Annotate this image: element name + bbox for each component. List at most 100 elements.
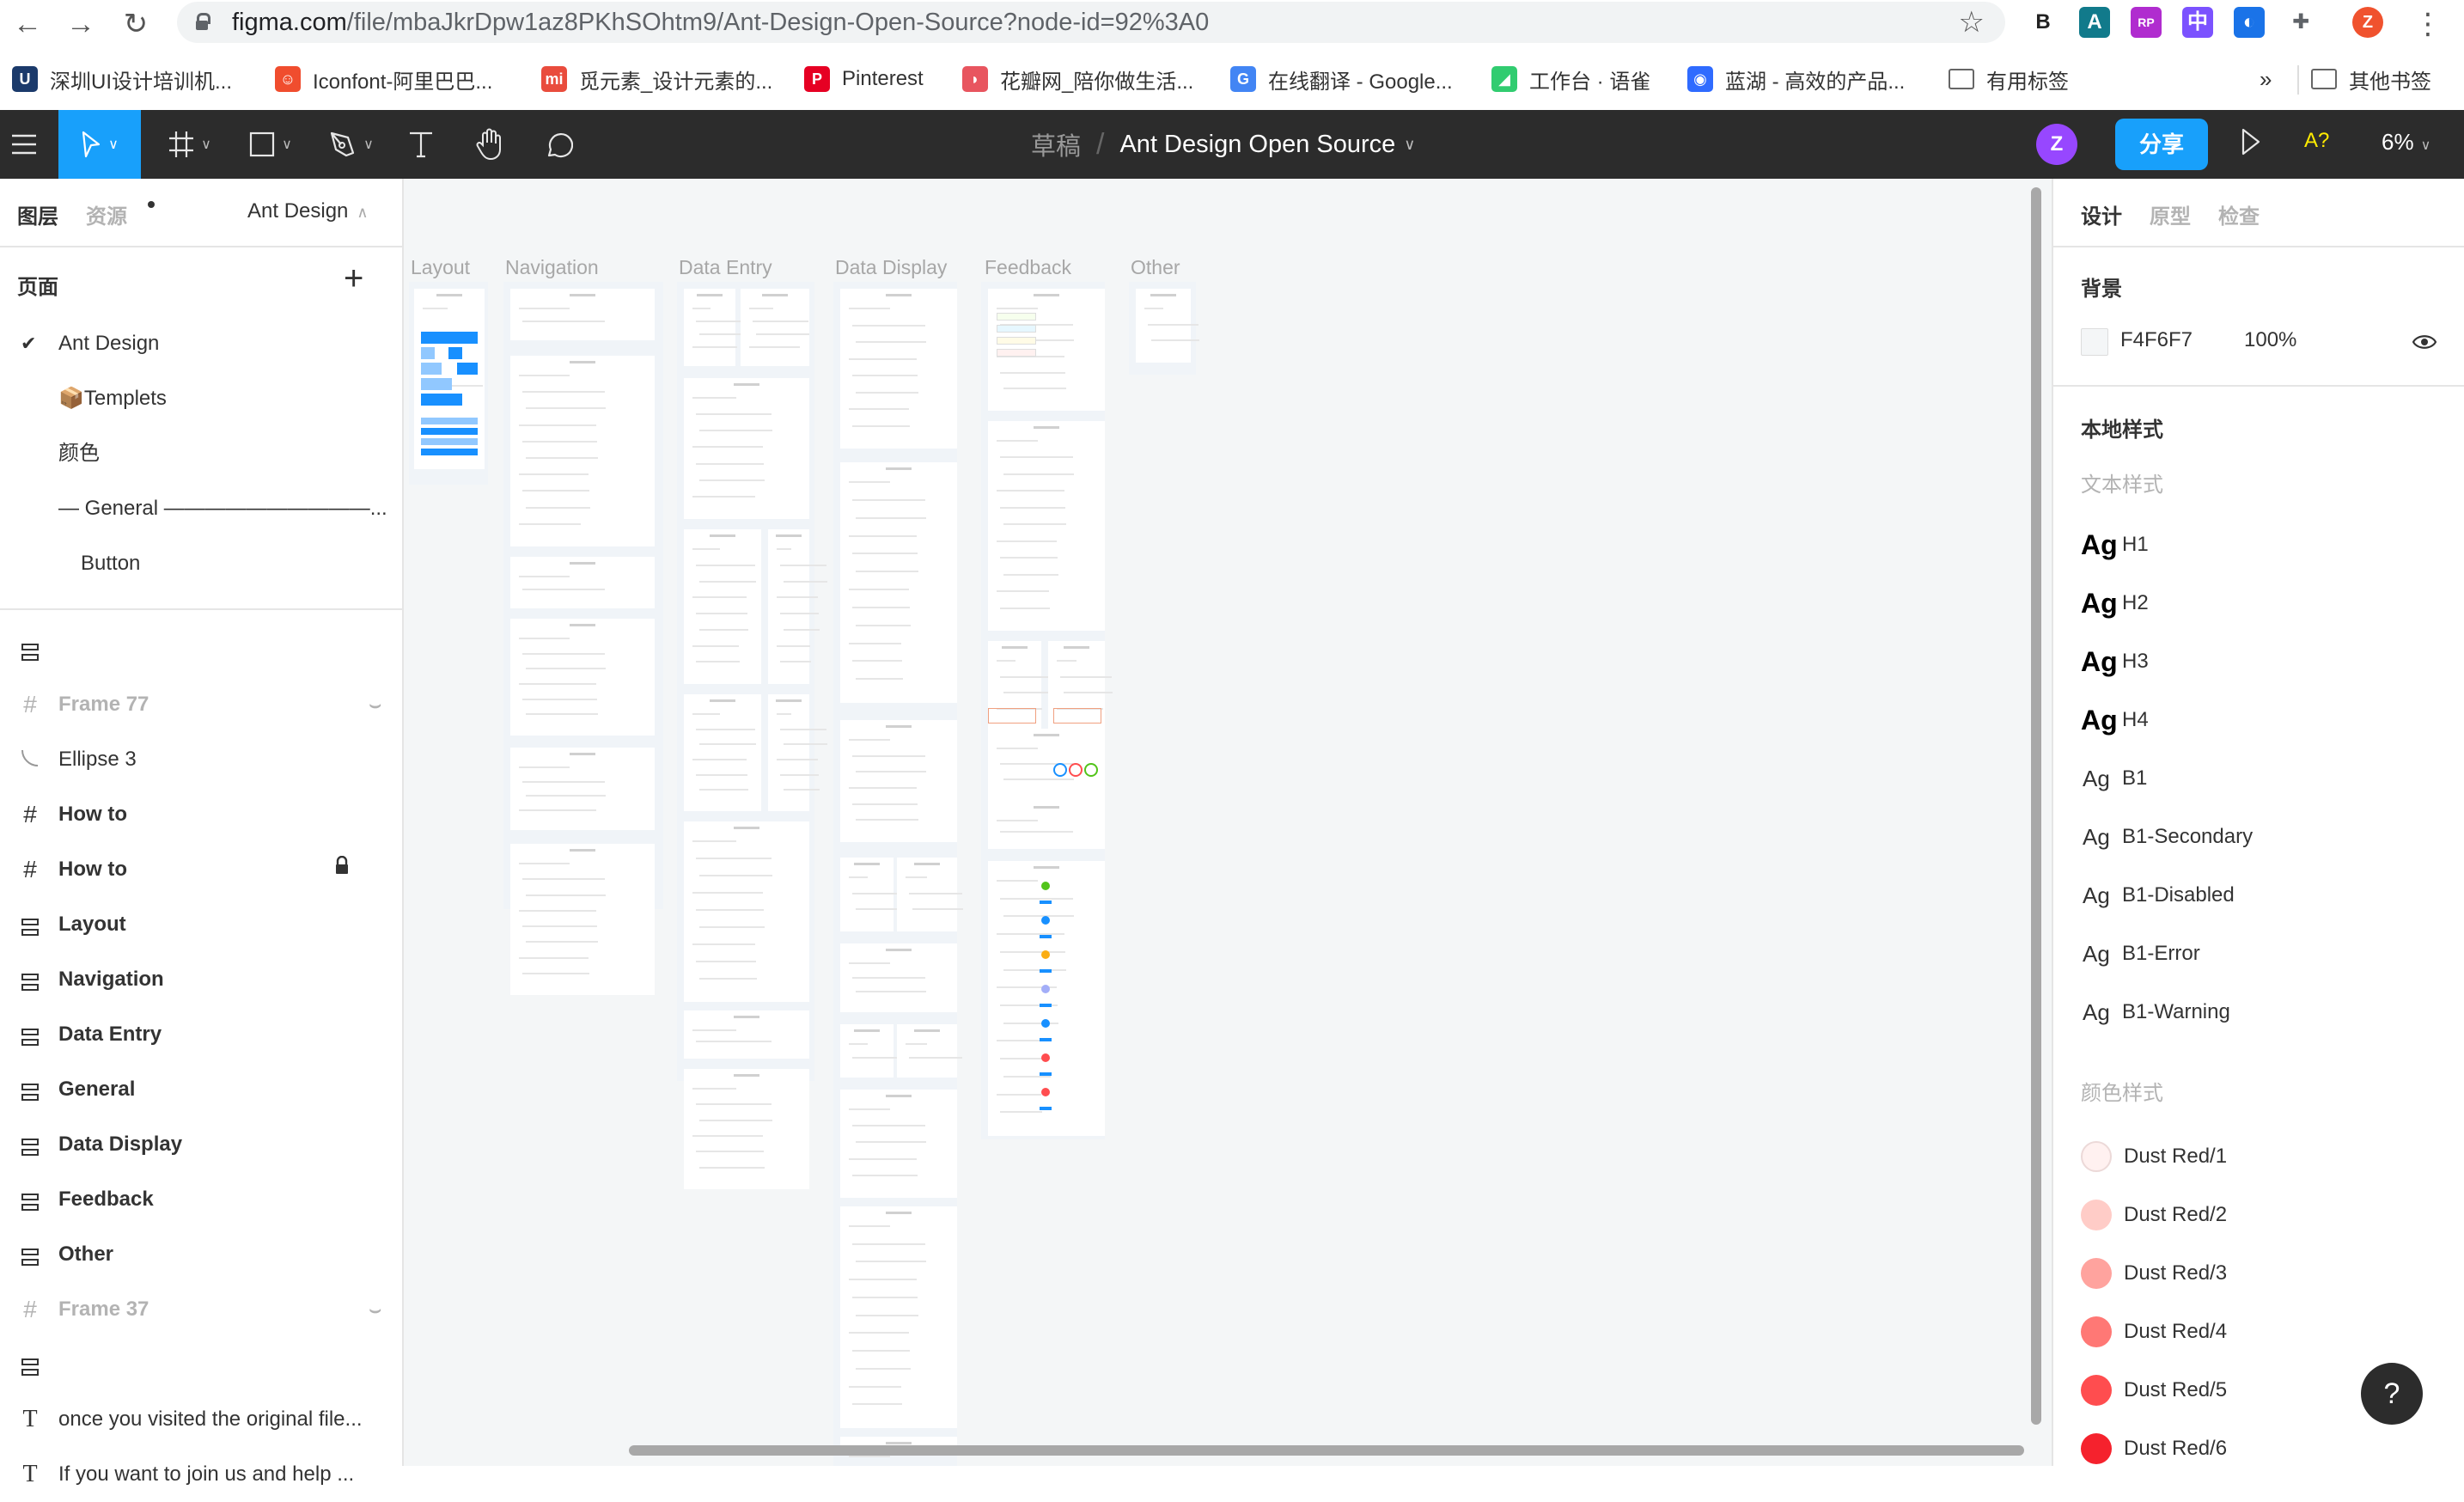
frame-steps[interactable] [510, 844, 655, 995]
section-label-other[interactable]: Other [1131, 256, 1180, 279]
bookmark-star-icon[interactable]: ☆ [1959, 5, 1985, 40]
tab-prototype[interactable]: 原型 [2150, 199, 2191, 229]
horizontal-scrollbar[interactable] [629, 1445, 2024, 1456]
tab-layers[interactable]: 图层 [17, 199, 58, 229]
bookmarks-overflow-button[interactable]: » [2260, 64, 2272, 95]
frame-switch[interactable] [768, 694, 827, 811]
frame-input[interactable] [684, 529, 761, 684]
frame-upload[interactable] [684, 1069, 809, 1189]
frame-badge[interactable] [897, 1024, 962, 1078]
layer-row[interactable]: Feedback [0, 1172, 402, 1227]
lock-icon[interactable] [335, 842, 349, 897]
frame-breadcrumb[interactable] [510, 289, 655, 340]
frame-tabs[interactable] [840, 720, 957, 842]
section-label-data-entry[interactable]: Data Entry [679, 256, 772, 279]
frame-tree[interactable] [840, 943, 957, 1012]
hand-tool-button[interactable] [469, 110, 510, 179]
b-extension-icon[interactable]: B [2028, 7, 2058, 38]
browser-menu-icon[interactable]: ⋮ [2409, 7, 2447, 41]
a-extension-icon[interactable]: A [2079, 7, 2110, 38]
page-item[interactable]: 颜色 [0, 426, 402, 481]
frame-dropdown[interactable] [510, 748, 655, 830]
main-menu-button[interactable] [0, 110, 48, 179]
layer-row[interactable]: Layout [0, 897, 402, 952]
color-style-item[interactable]: Dust Red/3 [2081, 1256, 2227, 1291]
layer-row[interactable]: Other [0, 1227, 402, 1282]
tab-design[interactable]: 设计 [2081, 199, 2122, 229]
layer-row[interactable]: Data Display [0, 1117, 402, 1172]
axure-rp-extension-icon[interactable]: RP [2131, 7, 2162, 38]
url-text[interactable]: figma.com/file/mbaJkrDpw1az8PKhSOhtm9/An… [232, 9, 1209, 37]
frame-transfer[interactable] [684, 821, 809, 1002]
frame-comment[interactable] [840, 1090, 957, 1198]
frame-pagination[interactable] [510, 557, 655, 608]
frame-tag[interactable] [840, 858, 904, 931]
blue-bird-extension-icon[interactable]: ◐ [2234, 7, 2265, 38]
page-item[interactable]: ✔ Ant Design [0, 316, 402, 371]
share-button[interactable]: 分享 [2115, 119, 2208, 170]
frame-popconfirm[interactable] [988, 801, 1105, 849]
frame-tool-button[interactable]: ∨ [160, 110, 220, 179]
page-item[interactable]: — General ——————————... [0, 481, 402, 536]
accessibility-button[interactable]: A? [2304, 129, 2329, 153]
address-bar[interactable]: figma.com/file/mbaJkrDpw1az8PKhSOhtm9/An… [177, 2, 2005, 43]
text-tool-button[interactable] [400, 110, 442, 179]
layer-row[interactable]: Data Entry [0, 1007, 402, 1062]
frame-cascader[interactable] [741, 289, 809, 366]
layer-row[interactable]: General [0, 1062, 402, 1117]
frame-collapse[interactable] [840, 289, 957, 449]
eye-icon[interactable] [2412, 330, 2437, 354]
text-style-item[interactable]: Ag B1-Secondary [2081, 820, 2253, 854]
background-color-swatch[interactable] [2081, 328, 2108, 356]
hidden-eye-closed-icon[interactable]: ⌣ [369, 677, 381, 732]
frame-form[interactable] [684, 378, 809, 519]
color-style-item[interactable]: Dust Red/1 [2081, 1139, 2227, 1174]
tab-assets[interactable]: 资源 [86, 199, 127, 229]
profile-avatar[interactable]: Z [2352, 7, 2383, 38]
frame-descriptions[interactable] [840, 462, 957, 703]
design-canvas[interactable]: Layout Navigation Data Entry Data Display Fe… [404, 179, 2052, 1466]
frame-time-picker[interactable] [684, 1010, 809, 1059]
translate-extension-icon[interactable]: 中 [2182, 7, 2213, 38]
section-label-navigation[interactable]: Navigation [505, 256, 599, 279]
frame-tooltip[interactable] [840, 1024, 903, 1078]
text-style-item[interactable]: Ag H3 [2081, 644, 2149, 679]
bookmark-item[interactable]: U 深圳UI设计培训机... [12, 64, 232, 95]
comment-tool-button[interactable] [538, 110, 579, 179]
background-hex-input[interactable]: F4F6F7 [2120, 328, 2193, 352]
section-label-data-display[interactable]: Data Display [835, 256, 947, 279]
frame-input-number[interactable] [768, 529, 827, 684]
help-button[interactable]: ? [2361, 1363, 2423, 1425]
color-style-item[interactable]: Dust Red/4 [2081, 1315, 2227, 1349]
project-name-link[interactable]: 草稿 [1031, 126, 1081, 162]
section-label-layout[interactable]: Layout [411, 256, 470, 279]
text-style-item[interactable]: Ag B1-Warning [2081, 995, 2230, 1029]
layer-row[interactable]: Navigation [0, 952, 402, 1007]
shape-tool-button[interactable]: ∨ [241, 110, 301, 179]
layer-row[interactable]: # Frame 77 ⌣ [0, 677, 402, 732]
lock-icon[interactable] [196, 13, 210, 30]
layer-row[interactable] [0, 1337, 402, 1392]
text-style-item[interactable]: Ag B1-Disabled [2081, 878, 2235, 913]
page-item[interactable]: Button [0, 536, 402, 591]
color-style-item[interactable]: Dust Red/5 [2081, 1373, 2227, 1407]
hidden-eye-closed-icon[interactable]: ⌣ [369, 1282, 381, 1337]
page-item[interactable]: 📦Templets [0, 371, 402, 426]
text-style-item[interactable]: Ag B1 [2081, 761, 2147, 796]
bookmark-item[interactable]: mi 觅元素_设计元素的... [541, 64, 772, 95]
background-opacity-input[interactable]: 100% [2244, 328, 2296, 352]
zoom-dropdown[interactable]: 6% ∨ [2382, 129, 2430, 156]
chevron-down-icon[interactable]: ∨ [1404, 136, 1415, 154]
layer-row[interactable]: # How to [0, 842, 402, 897]
color-style-item[interactable]: Dust Red/6 [2081, 1432, 2227, 1466]
move-tool-button[interactable]: ∨ [58, 110, 141, 179]
frame-divider[interactable] [1136, 289, 1200, 363]
pen-tool-button[interactable]: ∨ [321, 110, 381, 179]
user-avatar[interactable]: Z [2036, 124, 2077, 165]
layer-row[interactable]: Ellipse 3 [0, 732, 402, 787]
frame-grid[interactable] [414, 289, 485, 469]
layer-row[interactable]: # Frame 37 ⌣ [0, 1282, 402, 1337]
frame-page-header[interactable] [510, 619, 655, 736]
bookmark-item[interactable]: P Pinterest [804, 64, 924, 95]
text-style-item[interactable]: Ag H1 [2081, 528, 2149, 562]
